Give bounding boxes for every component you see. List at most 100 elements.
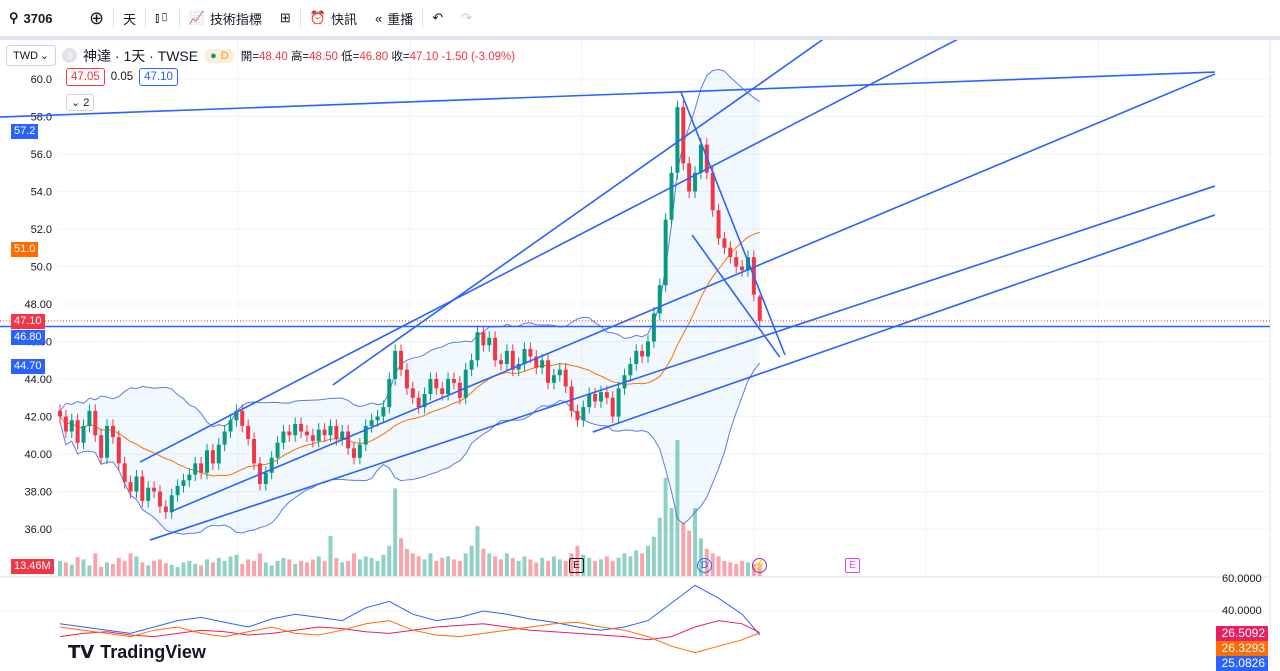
symbol-title[interactable]: 神達 · 1天 · TWSE — [83, 46, 198, 66]
candle-body — [410, 388, 415, 398]
candle-body — [481, 332, 486, 346]
candle-body — [663, 219, 668, 286]
candle-body — [451, 379, 456, 383]
candle-body — [734, 257, 739, 267]
undo-icon: ↶ — [432, 10, 444, 25]
tradingview-logo[interactable]: 𝗧𝗩 TradingView — [68, 642, 206, 663]
price-axis-label: 52.0 — [31, 224, 52, 236]
candle-body — [205, 450, 209, 473]
tv-logo-icon: 𝗧𝗩 — [68, 642, 95, 662]
volume-bar — [716, 556, 721, 576]
candle-body — [357, 444, 362, 458]
high-value: 48.50 — [309, 50, 338, 63]
indicators-button[interactable]: 📈 技術指標 — [180, 4, 271, 32]
price-axis-label: 58.0 — [31, 112, 52, 124]
volume-bar — [404, 548, 409, 576]
undo-button[interactable]: ↶ — [423, 4, 452, 32]
price-axis-label: 38.00 — [24, 487, 52, 499]
volume-bar — [528, 559, 533, 576]
grid-icon: ⊞ — [279, 10, 291, 25]
candle-body — [387, 379, 392, 408]
interval-button[interactable]: 天 — [114, 4, 145, 32]
volume-bar — [122, 560, 127, 576]
symbol-label: 3706 — [23, 10, 53, 26]
market-status-badge[interactable]: ● D — [204, 48, 235, 63]
status-dot-icon: ● — [210, 49, 217, 62]
candle-body — [416, 397, 421, 408]
symbol-search-button[interactable]: ⚲ 3706 — [0, 4, 80, 32]
candle-body — [81, 425, 86, 443]
currency-select[interactable]: TWD ⌄ — [6, 45, 56, 66]
volume-bar — [463, 553, 468, 576]
volume-bar — [199, 565, 204, 576]
volume-bar — [451, 559, 456, 576]
volume-bar — [87, 565, 92, 576]
replay-button[interactable]: «重播 — [366, 4, 422, 32]
volume-bar — [275, 560, 280, 576]
candle-body — [669, 172, 674, 220]
volume-bar — [187, 560, 192, 576]
price-axis-label: 56.0 — [31, 149, 52, 161]
candle-body — [575, 410, 580, 421]
volume-bar — [240, 563, 245, 576]
volume-bar — [399, 538, 404, 576]
candles-icon: ⫾▯ — [155, 10, 170, 25]
candle-body — [228, 420, 233, 432]
volume-bar — [675, 440, 680, 576]
candle-body — [122, 463, 127, 483]
volume-bar — [228, 556, 233, 576]
volume-bar — [669, 508, 674, 576]
candle-body — [369, 420, 374, 426]
volume-bar — [93, 553, 98, 576]
alert-button[interactable]: ⏰ 快訊 — [301, 4, 366, 32]
volume-bar — [134, 556, 139, 576]
osc-badge-blue: 25.0826 — [1216, 656, 1268, 671]
candle-body — [499, 360, 503, 364]
volume-badge: 13.46M — [11, 559, 54, 574]
plus-circle-icon: ⊕ — [89, 7, 105, 28]
price-chart[interactable]: 60.058.056.054.052.050.048.0046.0044.004… — [0, 40, 1280, 666]
chevron-down-icon: ⌄ — [39, 50, 49, 62]
sell-button[interactable]: 47.05 — [66, 68, 105, 86]
volume-bar — [634, 550, 639, 576]
volume-bar — [487, 553, 492, 576]
candle-body — [598, 392, 603, 402]
compare-button[interactable]: ⊕ — [80, 4, 113, 32]
candle-body — [146, 487, 151, 501]
volume-bar — [99, 566, 104, 576]
candle-body — [610, 397, 615, 417]
candle-body — [616, 388, 621, 417]
volume-bar — [193, 563, 198, 576]
layouts-button[interactable]: ⊞ — [271, 4, 300, 32]
open-value: 48.40 — [258, 50, 288, 63]
redo-button[interactable]: ↷ — [452, 4, 481, 32]
volume-bar — [610, 560, 615, 576]
volume-bar — [157, 559, 162, 576]
volume-bar — [540, 557, 545, 576]
collapse-indicators-button[interactable]: ⌄ 2 — [66, 94, 95, 111]
interval-label: 天 — [123, 11, 137, 27]
volume-bar — [152, 560, 157, 576]
buy-button[interactable]: 47.10 — [139, 68, 178, 86]
volume-bar — [534, 562, 539, 576]
dividend-marker[interactable]: D — [697, 558, 712, 573]
future-earnings-marker[interactable]: E — [845, 558, 860, 573]
volume-bar — [546, 560, 551, 576]
volume-bar — [293, 563, 298, 576]
volume-bar — [252, 560, 257, 576]
split-marker[interactable]: ⚡ — [752, 558, 767, 573]
candle-body — [340, 431, 345, 439]
earnings-marker[interactable]: E — [569, 558, 584, 573]
price-axis-label: 40.00 — [24, 449, 52, 461]
candle-body — [634, 350, 639, 364]
volume-bar — [346, 560, 351, 576]
volume-bar — [681, 523, 686, 576]
candle-body — [399, 350, 404, 370]
volume-bar — [340, 562, 345, 576]
volume-bar — [469, 545, 474, 576]
volume-bar — [310, 559, 315, 576]
chart-type-button[interactable]: ⫾▯ — [146, 4, 179, 32]
volume-bar — [734, 563, 739, 576]
chart-legend: TWD ⌄ 3 神達 · 1天 · TWSE ● D 開=48.40 高=48.50… — [6, 45, 515, 66]
volume-bar — [728, 562, 733, 576]
